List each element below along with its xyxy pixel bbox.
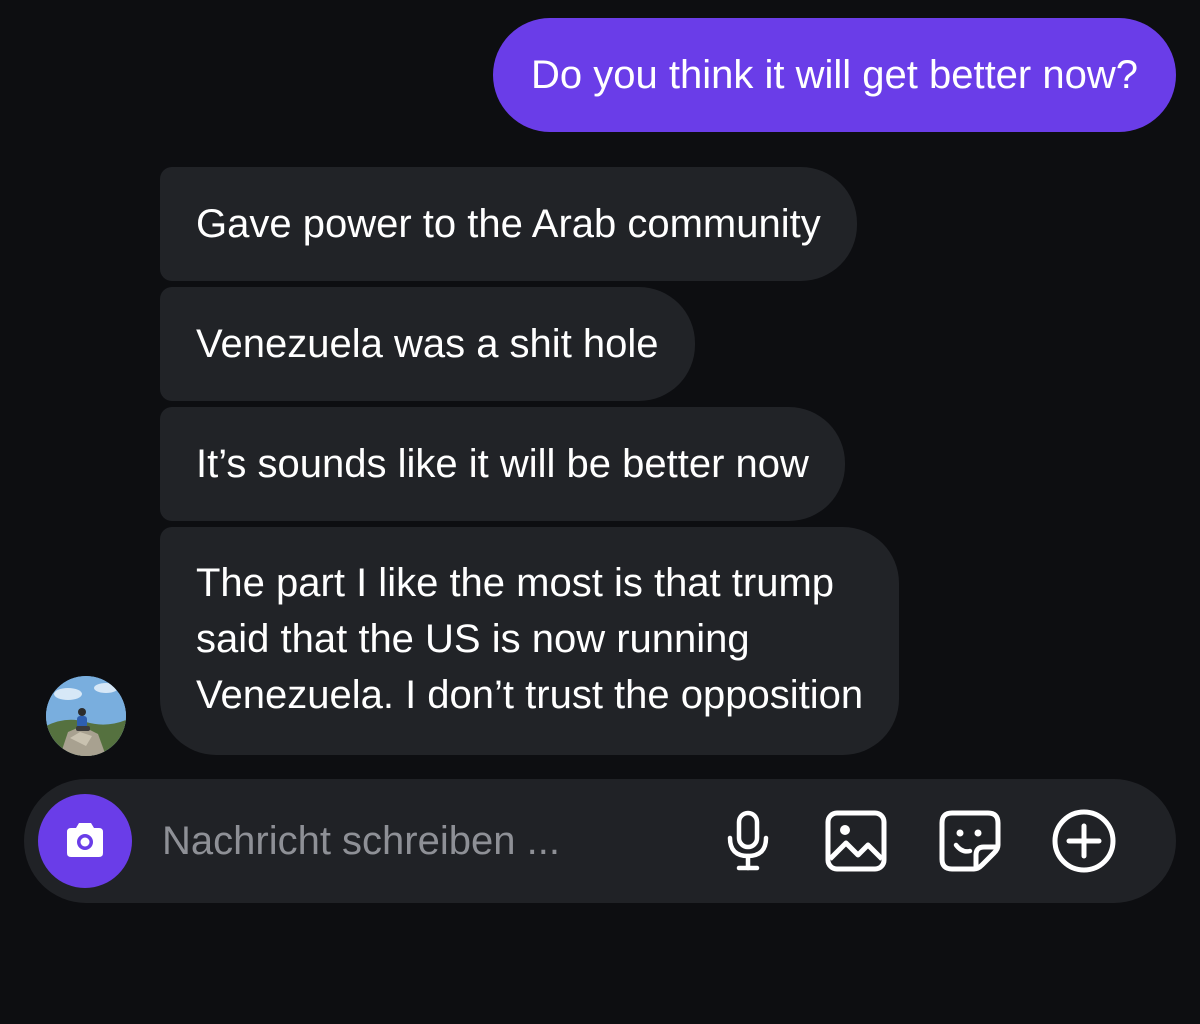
received-message-line: Venezuela. I don’t trust the opposition: [196, 673, 864, 717]
camera-icon: [67, 823, 103, 857]
image-button[interactable]: [822, 807, 890, 875]
microphone-button[interactable]: [714, 807, 782, 875]
image-icon: [825, 810, 887, 872]
received-message-text: Gave power to the Arab community: [196, 202, 821, 246]
sticker-icon: [939, 810, 1001, 872]
sticker-button[interactable]: [936, 807, 1004, 875]
message-input[interactable]: Nachricht schreiben ...: [162, 779, 560, 903]
microphone-icon: [727, 810, 769, 871]
camera-button[interactable]: [38, 794, 132, 888]
received-message-line: said that the US is now running: [196, 617, 750, 661]
sent-message-bubble[interactable]: Do you think it will get better now?: [493, 18, 1176, 132]
received-message-text: It’s sounds like it will be better now: [196, 442, 809, 486]
received-message-text: Venezuela was a shit hole: [196, 322, 659, 366]
message-composer: Nachricht schreiben ...: [24, 779, 1176, 903]
received-message-bubble[interactable]: Venezuela was a shit hole: [160, 287, 695, 401]
received-message-bubble[interactable]: The part I like the most is that trump s…: [160, 527, 900, 755]
received-message-bubble[interactable]: It’s sounds like it will be better now: [160, 407, 845, 521]
avatar[interactable]: [46, 676, 126, 756]
plus-circle-icon: [1052, 809, 1116, 873]
sent-message-text: Do you think it will get better now?: [531, 52, 1138, 97]
received-message-line: The part I like the most is that trump: [196, 561, 835, 605]
received-message-bubble[interactable]: Gave power to the Arab community: [160, 167, 857, 281]
avatar-photo: [46, 676, 126, 756]
plus-button[interactable]: [1050, 807, 1118, 875]
